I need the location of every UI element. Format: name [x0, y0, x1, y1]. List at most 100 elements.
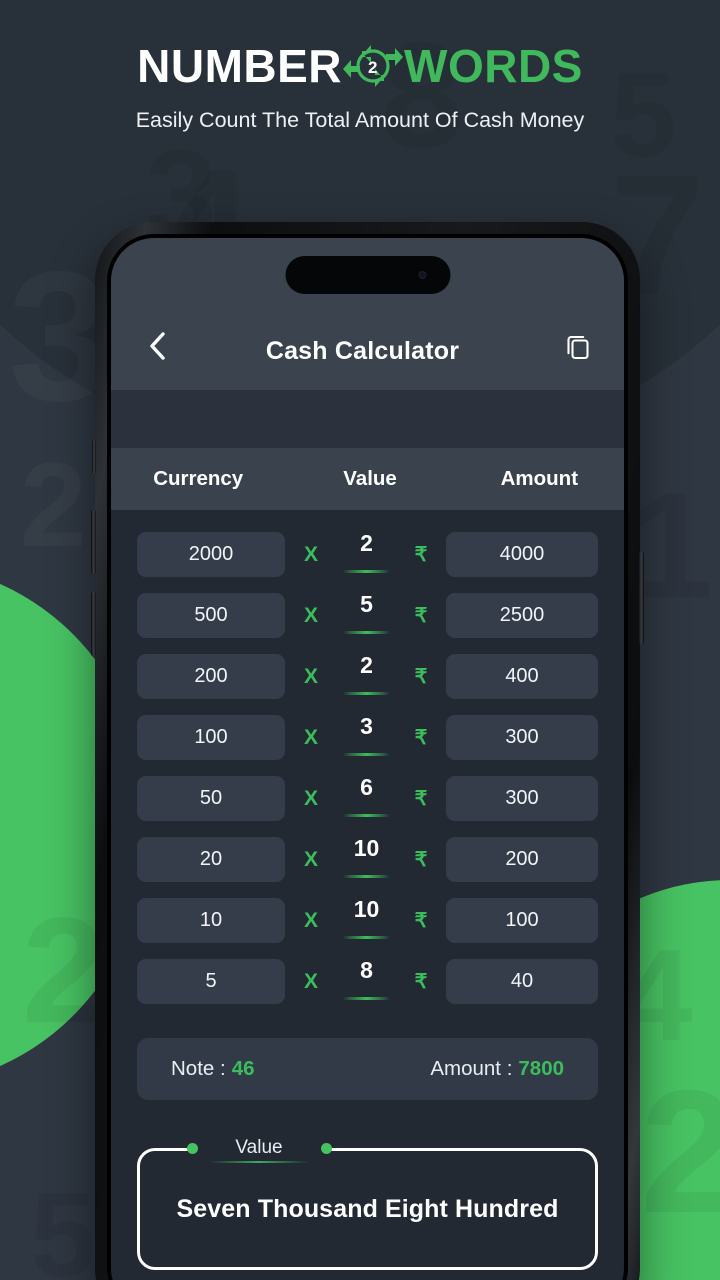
multiply-symbol: X: [303, 664, 318, 688]
number-to-words-logo-icon: 2: [343, 45, 404, 87]
copy-icon: [566, 335, 589, 359]
app-logo-title: NUMBER 2 WORDS: [0, 38, 720, 94]
value-underline: [343, 692, 390, 695]
value-input[interactable]: 6: [337, 773, 396, 823]
currency-cell: 100: [137, 715, 285, 760]
value-underline: [343, 875, 390, 878]
multiply-symbol: X: [303, 908, 318, 932]
value-underline: [343, 814, 390, 817]
value-input[interactable]: 2: [337, 529, 396, 579]
table-row: 100 X 3 ₹ 300: [137, 707, 598, 768]
table-row: 500 X 5 ₹ 2500: [137, 585, 598, 646]
phone-mute-switch[interactable]: [92, 440, 96, 474]
rupee-icon: ₹: [414, 788, 428, 810]
value-number: 3: [360, 712, 373, 739]
value-input[interactable]: 2: [337, 651, 396, 701]
amount-cell: 2500: [446, 593, 598, 638]
value-underline: [343, 631, 390, 634]
total-amount-value: 7800: [518, 1057, 564, 1080]
phone-bezel: Cash Calculator Currency Value Amount 20…: [107, 234, 628, 1280]
value-underline: [343, 936, 390, 939]
denomination-table: 2000 X 2 ₹ 4000 500 X 5 ₹ 2500 200 X 2 ₹…: [111, 510, 624, 1012]
chevron-left-icon: [150, 332, 165, 360]
value-in-words-box: Seven Thousand Eight Hundred: [137, 1148, 598, 1270]
value-box-label: Value: [235, 1137, 283, 1158]
bg-digit: 2: [20, 445, 87, 565]
value-input[interactable]: 5: [337, 590, 396, 640]
value-label-dot-left: [187, 1142, 198, 1154]
value-in-words-text: Seven Thousand Eight Hundred: [176, 1194, 559, 1223]
multiply-symbol: X: [303, 969, 318, 993]
rupee-icon: ₹: [414, 727, 428, 749]
phone-power-button[interactable]: [639, 552, 644, 644]
rupee-icon: ₹: [414, 971, 428, 993]
value-underline: [343, 570, 390, 573]
value-input[interactable]: 8: [337, 956, 396, 1006]
amount-cell: 400: [446, 654, 598, 699]
phone-volume-up[interactable]: [91, 510, 96, 574]
value-underline: [343, 753, 390, 756]
table-column-headers: Currency Value Amount: [111, 448, 624, 510]
multiply-symbol: X: [303, 603, 318, 627]
value-number: 2: [360, 651, 373, 678]
table-row: 200 X 2 ₹ 400: [137, 646, 598, 707]
value-input[interactable]: 10: [337, 895, 396, 945]
amount-cell: 300: [446, 776, 598, 821]
value-number: 10: [353, 834, 380, 861]
multiply-symbol: X: [303, 786, 318, 810]
amount-cell: 40: [446, 959, 598, 1004]
phone-screen: Cash Calculator Currency Value Amount 20…: [111, 238, 624, 1280]
rupee-icon: ₹: [414, 910, 428, 932]
column-header-amount: Amount: [500, 467, 579, 490]
hero-subtitle: Easily Count The Total Amount Of Cash Mo…: [135, 108, 585, 132]
value-number: 6: [360, 773, 373, 800]
amount-cell: 200: [446, 837, 598, 882]
amount-cell: 100: [446, 898, 598, 943]
table-row: 2000 X 2 ₹ 4000: [137, 524, 598, 585]
value-underline: [343, 997, 390, 1000]
currency-cell: 500: [137, 593, 285, 638]
value-input[interactable]: 10: [337, 834, 396, 884]
value-number: 2: [360, 529, 373, 556]
value-label-dot-right: [321, 1142, 332, 1154]
screenshot-root: 8 5 3 4 7 3 2 1 2 5 4 2 NUMBER 2 WORDS: [0, 0, 720, 1280]
value-number: 8: [360, 956, 373, 983]
currency-cell: 2000: [137, 532, 285, 577]
currency-cell: 20: [137, 837, 285, 882]
value-in-words-section: Seven Thousand Eight Hundred Value: [137, 1134, 598, 1270]
value-label-underline: [209, 1160, 309, 1163]
table-row: 5 X 8 ₹ 40: [137, 951, 598, 1012]
value-number: 10: [353, 895, 380, 922]
value-box-label-notch: Value: [195, 1134, 323, 1163]
table-row: 20 X 10 ₹ 200: [137, 829, 598, 890]
dynamic-island: [285, 256, 450, 294]
table-row: 10 X 10 ₹ 100: [137, 890, 598, 951]
value-number: 5: [360, 590, 373, 617]
table-row: 50 X 6 ₹ 300: [137, 768, 598, 829]
bg-digit: 5: [30, 1168, 97, 1280]
rupee-icon: ₹: [414, 544, 428, 566]
copy-button[interactable]: [558, 326, 598, 366]
logo-text-words: WORDS: [404, 40, 583, 92]
amount-cell: 300: [446, 715, 598, 760]
phone-mockup: Cash Calculator Currency Value Amount 20…: [91, 222, 644, 1280]
multiply-symbol: X: [303, 542, 318, 566]
logo-text-number: NUMBER: [137, 40, 343, 92]
column-header-value: Value: [343, 467, 397, 490]
amount-cell: 4000: [446, 532, 598, 577]
multiply-symbol: X: [303, 725, 318, 749]
bg-digit: 2: [640, 1055, 720, 1250]
rupee-icon: ₹: [414, 849, 428, 871]
front-camera-icon: [418, 271, 426, 279]
phone-volume-down[interactable]: [91, 592, 96, 656]
summary-bar: Note : 46 Amount : 7800: [137, 1038, 598, 1100]
bg-digit: 2: [22, 886, 106, 1054]
svg-text:2: 2: [368, 58, 378, 77]
value-input[interactable]: 3: [337, 712, 396, 762]
hero-header: NUMBER 2 WORDS Easily Count The Total Am…: [0, 0, 720, 133]
rupee-icon: ₹: [414, 605, 428, 627]
page-title: Cash Calculator: [265, 337, 460, 365]
multiply-symbol: X: [303, 847, 318, 871]
currency-cell: 50: [137, 776, 285, 821]
column-header-currency: Currency: [153, 467, 244, 490]
